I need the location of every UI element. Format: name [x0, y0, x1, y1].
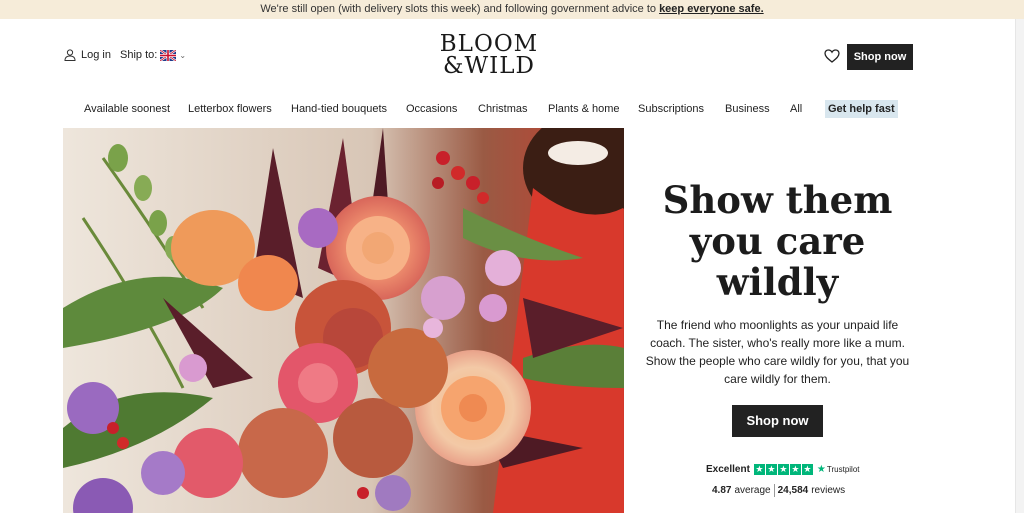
- hero-subtext: The friend who moonlights as your unpaid…: [645, 318, 910, 386]
- nav-item-letterbox-flowers[interactable]: Letterbox flowers: [188, 100, 272, 118]
- scrollbar[interactable]: [1015, 19, 1024, 513]
- trustpilot-star-icon: ★: [816, 464, 826, 475]
- nav-item-christmas[interactable]: Christmas: [478, 100, 528, 118]
- trustpilot-label: Excellent: [706, 464, 750, 475]
- rating-separator: [773, 484, 775, 497]
- nav-item-get-help-fast[interactable]: Get help fast: [825, 100, 898, 118]
- hero-bouquet-image: [63, 128, 624, 513]
- headline-line-2: you care: [689, 219, 866, 263]
- star-icon: ★: [777, 464, 789, 475]
- rating-reviews-label: reviews: [811, 485, 846, 496]
- hero-shop-now-button[interactable]: Shop now: [732, 405, 823, 437]
- headline-line-1: Show them: [662, 178, 893, 222]
- nav-item-all[interactable]: All: [790, 100, 802, 118]
- nav-item-subscriptions[interactable]: Subscriptions: [638, 100, 704, 118]
- star-icon: ★: [789, 464, 801, 475]
- headline-line-3: wildly: [716, 260, 839, 304]
- main-nav: Available soonest Letterbox flowers Hand…: [0, 100, 1015, 118]
- announcement-banner: We're still open (with delivery slots th…: [0, 0, 1024, 19]
- ship-to-label: Ship to:: [120, 49, 158, 61]
- banner-text: We're still open (with delivery slots th…: [260, 3, 656, 15]
- nav-item-available-soonest[interactable]: Available soonest: [84, 100, 170, 118]
- trustpilot-stars: ★ ★ ★ ★ ★: [753, 464, 813, 475]
- nav-item-plants-home[interactable]: Plants & home: [548, 100, 620, 118]
- banner-link[interactable]: keep everyone safe.: [659, 3, 764, 15]
- chevron-down-icon: ⌄: [179, 50, 187, 60]
- header-shop-now-button[interactable]: Shop now: [847, 44, 913, 70]
- rating-average: 4.87: [712, 485, 732, 496]
- star-icon: ★: [765, 464, 777, 475]
- rating-average-label: average: [734, 485, 771, 496]
- trustpilot-brand-label: Trustpilot: [826, 465, 860, 474]
- logo-line-1: BLOOM: [439, 31, 539, 57]
- logo-line-2: &WILD: [443, 53, 535, 79]
- login-label: Log in: [81, 49, 111, 61]
- trustpilot-widget[interactable]: Excellent ★ ★ ★ ★ ★ ★ Trustpilot: [706, 464, 860, 475]
- nav-item-hand-tied-bouquets[interactable]: Hand-tied bouquets: [291, 100, 387, 118]
- hero-text-panel: Show them you care wildly The friend who…: [624, 128, 931, 513]
- user-icon: [64, 49, 76, 61]
- star-icon: ★: [753, 464, 765, 475]
- login-link[interactable]: Log in: [64, 49, 111, 61]
- nav-item-business[interactable]: Business: [725, 100, 770, 118]
- bloom-wild-logo[interactable]: BLOOM &WILD: [434, 31, 544, 79]
- nav-item-occasions[interactable]: Occasions: [406, 100, 457, 118]
- ship-to-selector[interactable]: Ship to: ⌄: [120, 49, 186, 61]
- star-icon: ★: [801, 464, 813, 475]
- rating-reviews-count: 24,584: [777, 485, 809, 496]
- trustpilot-rating: 4.87 average 24,584 reviews: [712, 484, 845, 497]
- hero-headline: Show them you care wildly: [624, 180, 931, 303]
- uk-flag-icon: [160, 49, 177, 61]
- bouquet-illustration: [63, 128, 624, 513]
- site-header: Log in Ship to: ⌄ BLOOM &WILD Shop now: [0, 19, 1015, 89]
- heart-icon[interactable]: [824, 49, 840, 63]
- trustpilot-brand: ★ Trustpilot: [817, 464, 860, 475]
